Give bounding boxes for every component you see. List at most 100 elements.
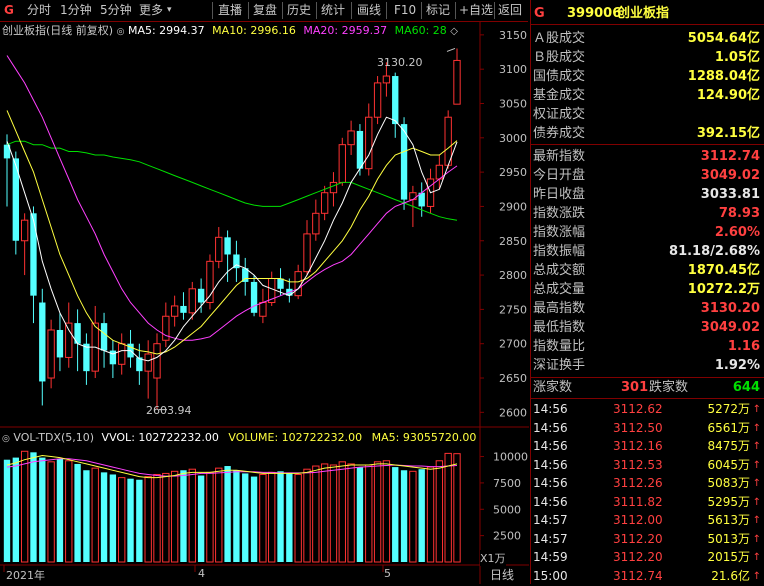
tick-price: 3112.74 bbox=[613, 568, 663, 583]
tick-row[interactable]: 14:57 3112.20 5013万 ↑ bbox=[531, 530, 764, 549]
volume-bar bbox=[100, 472, 108, 562]
candle-body bbox=[409, 192, 417, 201]
candle-body bbox=[356, 130, 364, 169]
settings-diamond-icon[interactable]: ◇ bbox=[450, 26, 458, 37]
statistics-button[interactable]: 统计 bbox=[321, 2, 345, 19]
more-periods-button[interactable]: 更多 bbox=[139, 2, 163, 19]
stat-value: 1870.45亿 bbox=[687, 263, 760, 278]
candle-body bbox=[47, 329, 55, 379]
volume-bar bbox=[409, 470, 417, 563]
turnover-row: 基金成交 124.90亿 bbox=[531, 86, 764, 105]
volume-bar bbox=[356, 467, 364, 562]
kline-chart[interactable]: 3150 3100 3050 3000 2950 2900 2850 2800 2750 2700… bbox=[0, 22, 529, 584]
tick-price: 3112.20 bbox=[613, 531, 663, 546]
candle-body bbox=[30, 213, 37, 296]
live-button[interactable]: 直播 bbox=[218, 2, 242, 19]
tick-price: 3112.20 bbox=[613, 550, 663, 564]
stat-value: 3112.74 bbox=[700, 149, 760, 164]
price-tick-label: 2900 bbox=[499, 200, 527, 213]
stat-label: 最低指数 bbox=[533, 320, 586, 335]
volume-legend: ◎ VOL-TDX(5,10) VVOL: 102722232.00 VOLUM… bbox=[2, 431, 476, 446]
high-annotation: 3130.20 bbox=[377, 56, 423, 69]
price-tick-label: 2600 bbox=[499, 406, 527, 419]
price-tick-label: 2850 bbox=[499, 235, 527, 248]
volume-bar bbox=[12, 457, 19, 562]
turnover-label: Ａ股成交 bbox=[533, 31, 586, 46]
stat-row: 最低指数 3049.02 bbox=[531, 318, 764, 337]
candle-body bbox=[365, 116, 373, 170]
tick-row[interactable]: 14:59 3112.20 2015万 ↑ bbox=[531, 548, 764, 567]
volume-bar bbox=[180, 470, 187, 562]
chart-area[interactable]: 3150 3100 3050 3000 2950 2900 2850 2800 2750 2700… bbox=[0, 22, 529, 584]
tick-row[interactable]: 14:56 3112.53 6045万 ↑ bbox=[531, 456, 764, 475]
candle-body bbox=[453, 59, 461, 105]
turnover-value: 5054.64亿 bbox=[687, 31, 760, 46]
candle-body bbox=[382, 75, 391, 84]
price-tick-label: 2750 bbox=[499, 303, 527, 316]
mark-button[interactable]: 标记 bbox=[426, 2, 450, 19]
candle-body bbox=[153, 343, 161, 379]
volume-bar bbox=[268, 471, 276, 563]
tab-5min[interactable]: 5分钟 bbox=[100, 2, 132, 19]
add-watchlist-button[interactable]: +自选 bbox=[459, 2, 493, 19]
volume-bar bbox=[136, 479, 143, 562]
tick-row[interactable]: 14:56 3112.26 5083万 ↑ bbox=[531, 474, 764, 493]
tick-volume: 5013万 bbox=[707, 531, 750, 546]
replay-button[interactable]: 复盘 bbox=[253, 2, 277, 19]
back-button[interactable]: 返回 bbox=[498, 2, 522, 19]
tick-row[interactable]: 15:00 3112.74 21.6亿 ↑ bbox=[531, 567, 764, 586]
stat-row: 最新指数 3112.74 bbox=[531, 147, 764, 166]
candle-body bbox=[312, 212, 320, 235]
tick-row[interactable]: 14:56 3112.62 5272万 ↑ bbox=[531, 400, 764, 419]
tick-price: 3112.62 bbox=[613, 402, 663, 416]
volume-bar bbox=[382, 460, 391, 563]
volume-bar bbox=[418, 469, 425, 562]
volume-bar bbox=[153, 473, 161, 563]
turnover-row: 国债成交 1288.04亿 bbox=[531, 67, 764, 86]
draw-line-button[interactable]: 画线 bbox=[357, 2, 381, 19]
turnover-label: 基金成交 bbox=[533, 88, 586, 103]
ma60-line bbox=[6, 140, 458, 221]
stat-value: 81.18/2.68% bbox=[669, 244, 760, 259]
stat-value: 78.93 bbox=[718, 206, 760, 221]
tick-direction-icon: ↑ bbox=[752, 496, 761, 508]
candle-body bbox=[83, 343, 90, 372]
tick-price: 3111.82 bbox=[613, 494, 663, 509]
volume-settings-icon[interactable]: ◎ bbox=[2, 434, 10, 444]
price-tick-label: 3050 bbox=[499, 97, 527, 110]
period-label[interactable]: 日线 bbox=[490, 566, 514, 583]
down-count-label: 跌家数 bbox=[649, 380, 689, 395]
volume-bar bbox=[56, 458, 64, 562]
stat-row: 总成交额 1870.45亿 bbox=[531, 261, 764, 280]
stat-row: 昨日收盘 3033.81 bbox=[531, 185, 764, 204]
candle-body bbox=[215, 236, 223, 262]
tick-direction-icon: ↑ bbox=[752, 441, 761, 452]
candle-body bbox=[188, 288, 196, 314]
tab-1min[interactable]: 1分钟 bbox=[60, 2, 92, 19]
legend-dropdown-icon[interactable]: ◎ bbox=[117, 27, 125, 37]
volume-tick-label: 10000 bbox=[493, 451, 528, 464]
history-button[interactable]: 历史 bbox=[287, 2, 311, 19]
stat-label: 今日开盘 bbox=[533, 168, 586, 183]
volume-bar bbox=[435, 460, 444, 563]
tick-direction-icon: ↑ bbox=[752, 404, 761, 415]
tick-row[interactable]: 14:56 3111.82 5295万 ↑ bbox=[531, 493, 764, 512]
quote-flag-icon: G bbox=[4, 3, 14, 17]
tick-row[interactable]: 14:56 3112.16 8475万 ↑ bbox=[531, 437, 764, 456]
legend-ma5: MA5: 2994.37 bbox=[127, 24, 205, 37]
candle-body bbox=[197, 288, 205, 303]
chevron-down-icon[interactable]: ▾ bbox=[167, 2, 172, 19]
tick-volume: 5083万 bbox=[707, 476, 750, 490]
tick-volume: 21.6亿 bbox=[711, 568, 750, 583]
f10-button[interactable]: F10 bbox=[394, 2, 416, 19]
tab-intraday[interactable]: 分时 bbox=[27, 2, 51, 19]
tick-row[interactable]: 14:57 3112.00 5613万 ↑ bbox=[531, 511, 764, 530]
tick-volume: 5613万 bbox=[707, 513, 750, 527]
tick-time: 14:57 bbox=[533, 513, 568, 527]
tick-row[interactable]: 14:56 3112.50 6561万 ↑ bbox=[531, 419, 764, 438]
stat-value: 10272.2万 bbox=[687, 282, 760, 297]
panel-header: G 399006 创业板指 bbox=[531, 4, 764, 25]
stat-row: 今日开盘 3049.02 bbox=[531, 166, 764, 185]
volume-bar bbox=[259, 473, 267, 563]
volume-bar bbox=[83, 470, 90, 562]
